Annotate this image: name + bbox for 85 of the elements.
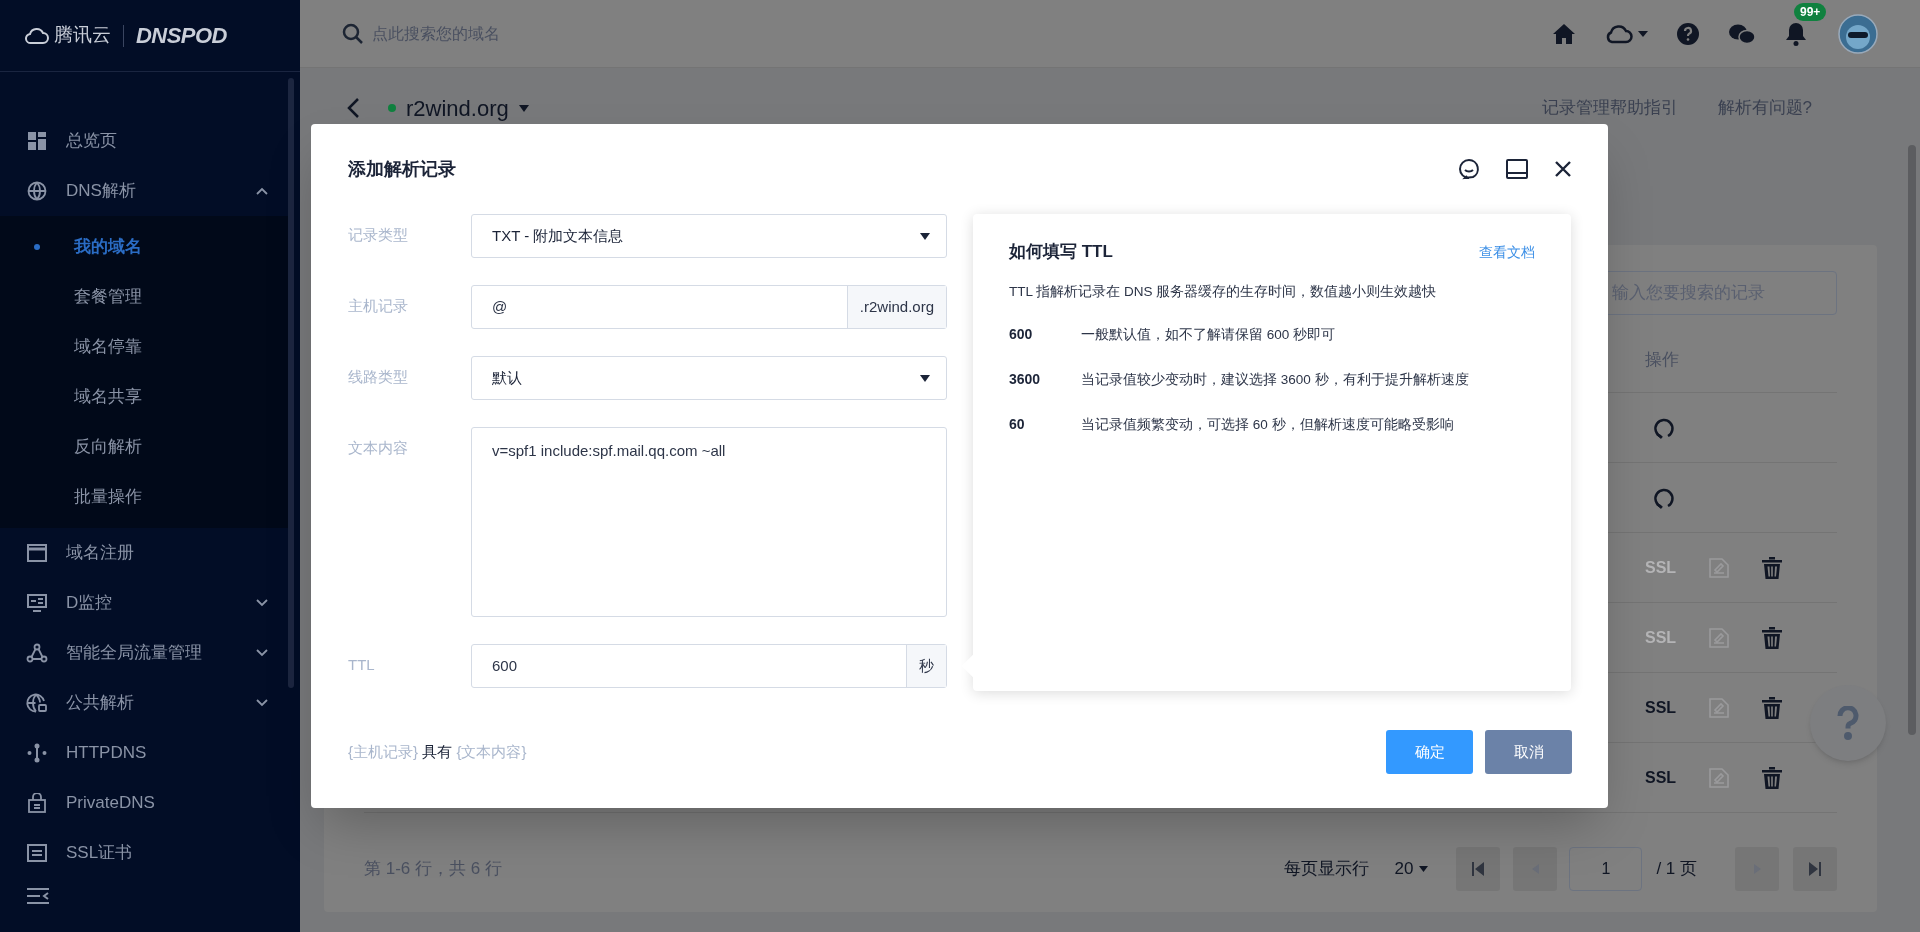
sidebar-item[interactable]: 域名注册 [0,528,300,578]
ssl-link[interactable]: SSL [1645,695,1677,720]
cloud-logo-icon [24,25,50,46]
bell-icon[interactable] [1784,20,1808,47]
submenu-item[interactable]: 批量操作 [0,472,290,522]
trash-icon[interactable] [1762,766,1783,789]
minimize-icon[interactable] [1506,159,1528,179]
nodes-icon [27,743,47,763]
caret-icon [1419,866,1429,872]
brand-logo: DNSPOD [136,22,227,50]
last-page-icon [1809,862,1821,876]
text-field[interactable]: 600 秒 [471,644,947,688]
ttl-description: 当记录值较少变动时，建议选择 3600 秒，有利于提升解析速度 [1081,370,1469,389]
monitor-icon [27,594,47,612]
help-icon[interactable] [1676,21,1700,46]
sidebar-item[interactable]: DNS解析 [0,166,300,216]
record-preview-text: {主机记录} 具有 {文本内容} [348,741,527,762]
network-nodes-icon [26,643,48,663]
submenu-item[interactable]: 套餐管理 [0,272,290,322]
trash-icon[interactable] [1762,696,1783,719]
sidebar-item[interactable]: 智能全局流量管理 [0,628,300,678]
help-title: 如何填写 TTL [1009,241,1113,264]
submenu-item[interactable]: 我的域名 [0,222,290,272]
trash-icon[interactable] [1762,556,1783,579]
field-label: 主机记录 [348,296,409,316]
select-field[interactable]: 默认 [471,356,947,400]
chat-icon[interactable] [1458,158,1480,180]
ssl-link[interactable]: SSL [1645,765,1677,790]
refresh-icon[interactable] [1653,486,1675,509]
scrollbar[interactable] [288,78,294,688]
submenu-item[interactable]: 域名停靠 [0,322,290,372]
caret-icon [920,374,930,382]
scrollbar[interactable] [1908,145,1916,735]
domain-name[interactable]: r2wind.org [406,91,509,125]
trash-icon[interactable] [1762,626,1783,649]
dialog-title: 添加解析记录 [348,157,456,181]
sidebar-item[interactable]: D监控 [0,578,300,628]
ttl-description: 一般默认值，如不了解请保留 600 秒即可 [1081,325,1336,344]
page-size-select[interactable]: 20 [1394,856,1429,882]
refresh-icon[interactable] [1653,416,1675,439]
total-pages: / 1 页 [1656,858,1697,881]
lock-box-icon [27,793,47,813]
first-page-button[interactable] [1456,847,1501,891]
page-input[interactable]: 1 [1569,847,1643,891]
text-field[interactable]: @ .r2wind.org [471,285,947,329]
caret-icon[interactable] [518,104,529,112]
collapse-menu-icon[interactable] [26,886,50,906]
close-icon[interactable] [1554,160,1572,178]
grid-icon [28,132,46,150]
field-label: 线路类型 [348,367,409,387]
submenu-item[interactable]: 域名共享 [0,372,290,422]
sidebar-item[interactable]: HTTPDNS [0,728,300,778]
search-icon[interactable] [342,22,364,45]
field-label: 文本内容 [348,438,409,458]
select-field[interactable]: TXT - 附加文本信息 [471,214,947,258]
docs-link[interactable]: 查看文档 [1479,241,1535,263]
field-label: TTL [348,655,376,675]
globe-lock-icon [26,693,48,713]
help-description: TTL 指解析记录在 DNS 服务器缓存的生存时间，数值越小则生效越快 [1009,283,1438,301]
sidebar-item[interactable]: SSL证书 [0,828,300,878]
cloud-menu[interactable] [1604,22,1648,45]
sidebar-item[interactable]: PrivateDNS [0,778,300,828]
sidebar-item[interactable]: 总览页 [0,116,300,166]
cancel-button[interactable]: 取消 [1485,730,1572,774]
field-label: 记录类型 [348,225,409,245]
certificate-icon [27,844,47,862]
globe-icon [27,181,47,201]
caret-icon [920,232,930,240]
question-mark-icon [1837,706,1859,740]
logo-text: 腾讯云 [54,23,111,48]
page-size-label: 每页显示行 [1284,858,1370,881]
ttl-value: 60 [1009,415,1026,435]
browser-icon [27,544,47,562]
caret-icon [1638,30,1648,37]
notification-badge: 99+ [1794,2,1827,21]
sidebar-item[interactable]: 公共解析 [0,678,300,728]
ttl-value: 3600 [1009,370,1042,390]
last-page-button[interactable] [1793,847,1837,891]
text-area[interactable]: v=spf1 include:spf.mail.qq.com ~all [471,427,947,617]
ttl-value: 600 [1009,325,1034,345]
avatar[interactable] [1838,13,1878,54]
ttl-description: 当记录值频繁变动，可选择 60 秒，但解析速度可能略受影响 [1081,415,1454,434]
first-page-icon [1472,862,1485,876]
home-icon[interactable] [1552,22,1576,45]
submenu-item[interactable]: 反向解析 [0,422,290,472]
